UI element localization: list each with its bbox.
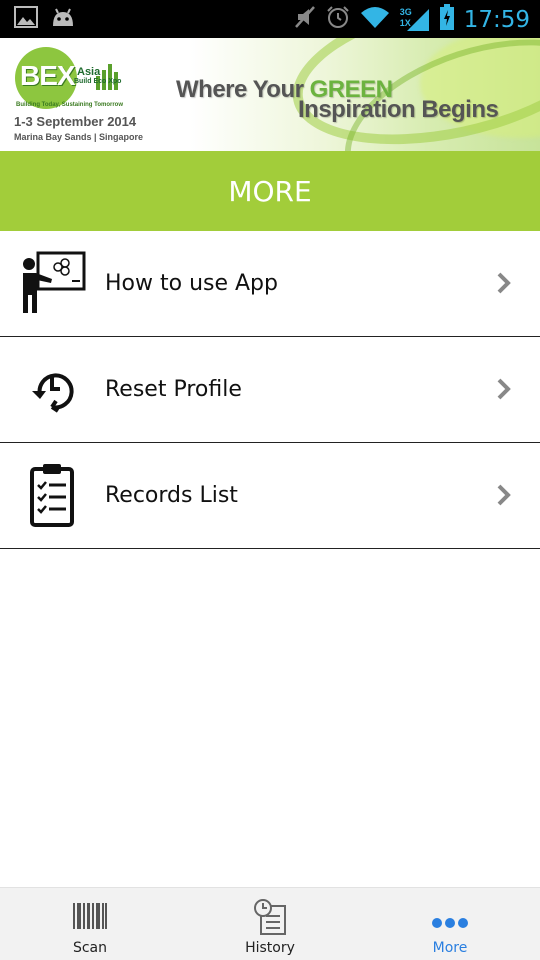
nav-label: History — [245, 940, 295, 956]
bottom-navigation: Scan History More — [0, 887, 540, 960]
banner-slogan-line2: Inspiration Begins — [298, 96, 499, 123]
bex-buildings-icon — [96, 64, 118, 90]
slogan-part1: Where Your — [176, 76, 310, 103]
status-time: 17:59 — [463, 6, 530, 33]
event-date: 1-3 September 2014 — [14, 114, 137, 129]
more-dots-icon — [431, 916, 469, 934]
menu-item-reset-profile[interactable]: Reset Profile — [0, 337, 540, 443]
android-icon — [50, 6, 76, 33]
menu-item-how-to-use[interactable]: How to use App — [0, 231, 540, 337]
barcode-icon — [72, 902, 108, 935]
page-title: MORE — [228, 174, 312, 208]
status-bar: 3G 1X 17:59 — [0, 0, 540, 38]
wifi-icon — [360, 5, 390, 34]
nav-label: More — [432, 940, 468, 956]
menu-item-records-list[interactable]: Records List — [0, 443, 540, 549]
chevron-right-icon — [494, 483, 514, 507]
alarm-icon — [326, 5, 350, 34]
bex-logo-subtitle: Build Eco Xpo — [74, 78, 122, 85]
nav-scan[interactable]: Scan — [30, 888, 150, 960]
nav-more[interactable]: More — [390, 888, 510, 960]
mute-icon — [294, 5, 316, 34]
bex-tagline: Building Today, Sustaining Tomorrow — [16, 102, 123, 108]
menu-item-label: Reset Profile — [105, 377, 242, 402]
reset-clock-icon — [18, 357, 86, 423]
event-banner: BEX Asia Build Eco Xpo Building Today, S… — [0, 38, 540, 151]
battery-icon — [439, 4, 454, 35]
history-icon — [253, 898, 287, 941]
signal-icon: 3G 1X — [400, 7, 430, 33]
menu-item-label: Records List — [105, 483, 238, 508]
chevron-right-icon — [494, 377, 514, 401]
presentation-icon — [18, 251, 86, 317]
nav-history[interactable]: History — [210, 888, 330, 960]
menu-item-label: How to use App — [105, 271, 278, 296]
bex-logo-text: BEX — [20, 60, 76, 91]
chevron-right-icon — [494, 271, 514, 295]
clipboard-checklist-icon — [18, 463, 86, 529]
gallery-icon — [14, 6, 38, 33]
page-header: MORE — [0, 151, 540, 231]
event-venue: Marina Bay Sands | Singapore — [14, 132, 144, 142]
nav-label: Scan — [72, 940, 108, 956]
